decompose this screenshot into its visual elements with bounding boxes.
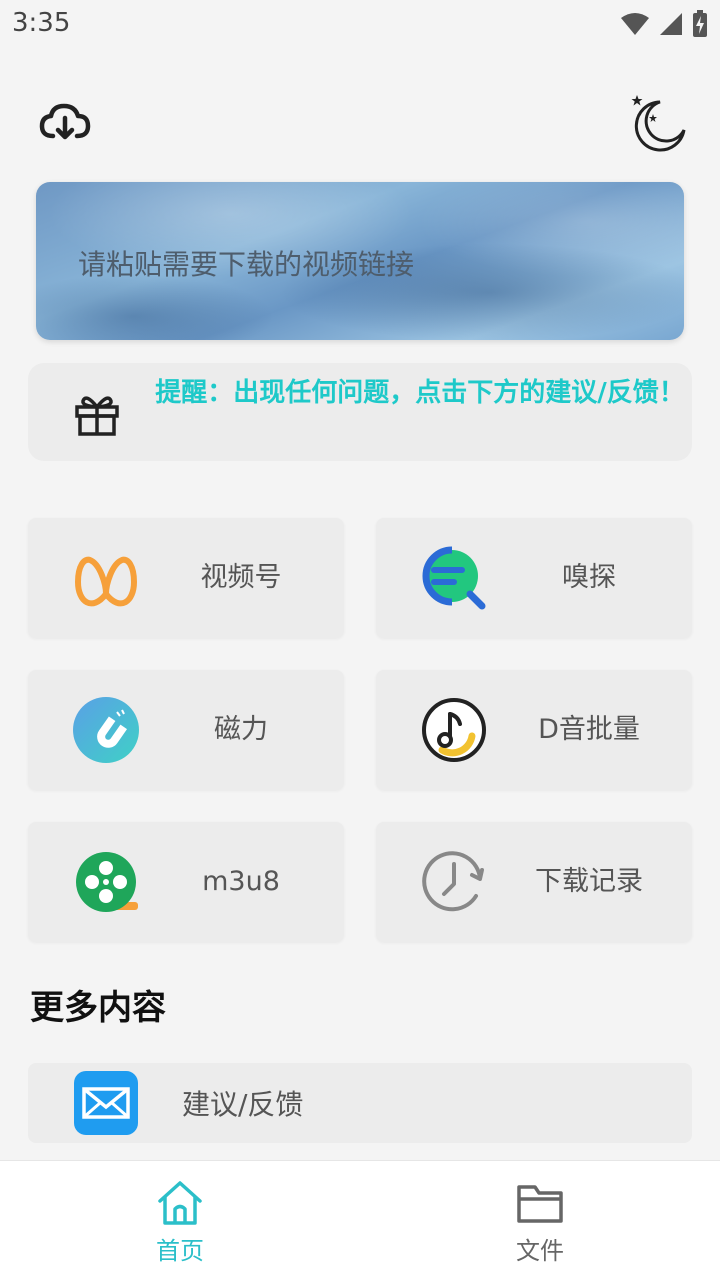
sniff-search-icon <box>422 546 486 610</box>
wifi-icon <box>621 13 649 35</box>
night-mode-moon-icon <box>631 95 686 152</box>
feature-label: m3u8 <box>202 866 280 897</box>
cloud-download-icon <box>39 103 91 140</box>
film-reel-icon <box>76 852 138 912</box>
feature-label: D音批量 <box>538 714 640 745</box>
feedback-label: 建议/反馈 <box>182 1088 304 1121</box>
feature-label: 下载记录 <box>535 866 643 897</box>
nav-files-label: 文件 <box>516 1237 564 1265</box>
home-icon <box>158 1181 202 1225</box>
notice-card: 提醒：出现任何问题，点击下方的建议/反馈！ <box>28 363 692 461</box>
feature-label: 视频号 <box>200 562 282 593</box>
folder-icon <box>517 1185 563 1223</box>
history-clock-icon <box>422 851 484 912</box>
nav-home-label: 首页 <box>156 1237 204 1265</box>
magnet-icon <box>73 697 139 763</box>
feature-sniff[interactable]: 嗅探 <box>376 518 692 638</box>
cellular-signal-icon <box>660 13 682 35</box>
link-input-banner <box>36 182 684 340</box>
nav-home[interactable]: 首页 <box>0 1161 360 1281</box>
feature-m3u8[interactable]: m3u8 <box>28 822 344 942</box>
feature-download-history[interactable]: 下载记录 <box>376 822 692 942</box>
feature-magnet[interactable]: 磁力 <box>28 670 344 790</box>
feature-douyin-batch[interactable]: D音批量 <box>376 670 692 790</box>
video-link-input[interactable] <box>76 238 640 290</box>
battery-charging-icon <box>693 10 707 37</box>
mail-icon <box>74 1071 138 1135</box>
music-note-icon <box>422 698 486 762</box>
notice-text: 提醒：出现任何问题，点击下方的建议/反馈！ <box>155 378 685 408</box>
night-mode-button[interactable] <box>626 90 690 154</box>
status-bar: 3:35 <box>0 0 720 50</box>
feature-label: 磁力 <box>214 714 268 745</box>
status-icons <box>620 10 708 38</box>
gift-icon <box>75 396 119 436</box>
feedback-item[interactable]: 建议/反馈 <box>28 1063 692 1143</box>
status-time: 3:35 <box>12 8 71 38</box>
bottom-nav: 首页 文件 <box>0 1160 720 1281</box>
cloud-download-button[interactable] <box>33 90 97 154</box>
more-section-title: 更多内容 <box>30 988 166 1028</box>
channels-butterfly-icon <box>75 556 137 607</box>
nav-files[interactable]: 文件 <box>360 1161 720 1281</box>
feature-channels[interactable]: 视频号 <box>28 518 344 638</box>
feature-label: 嗅探 <box>562 562 616 593</box>
